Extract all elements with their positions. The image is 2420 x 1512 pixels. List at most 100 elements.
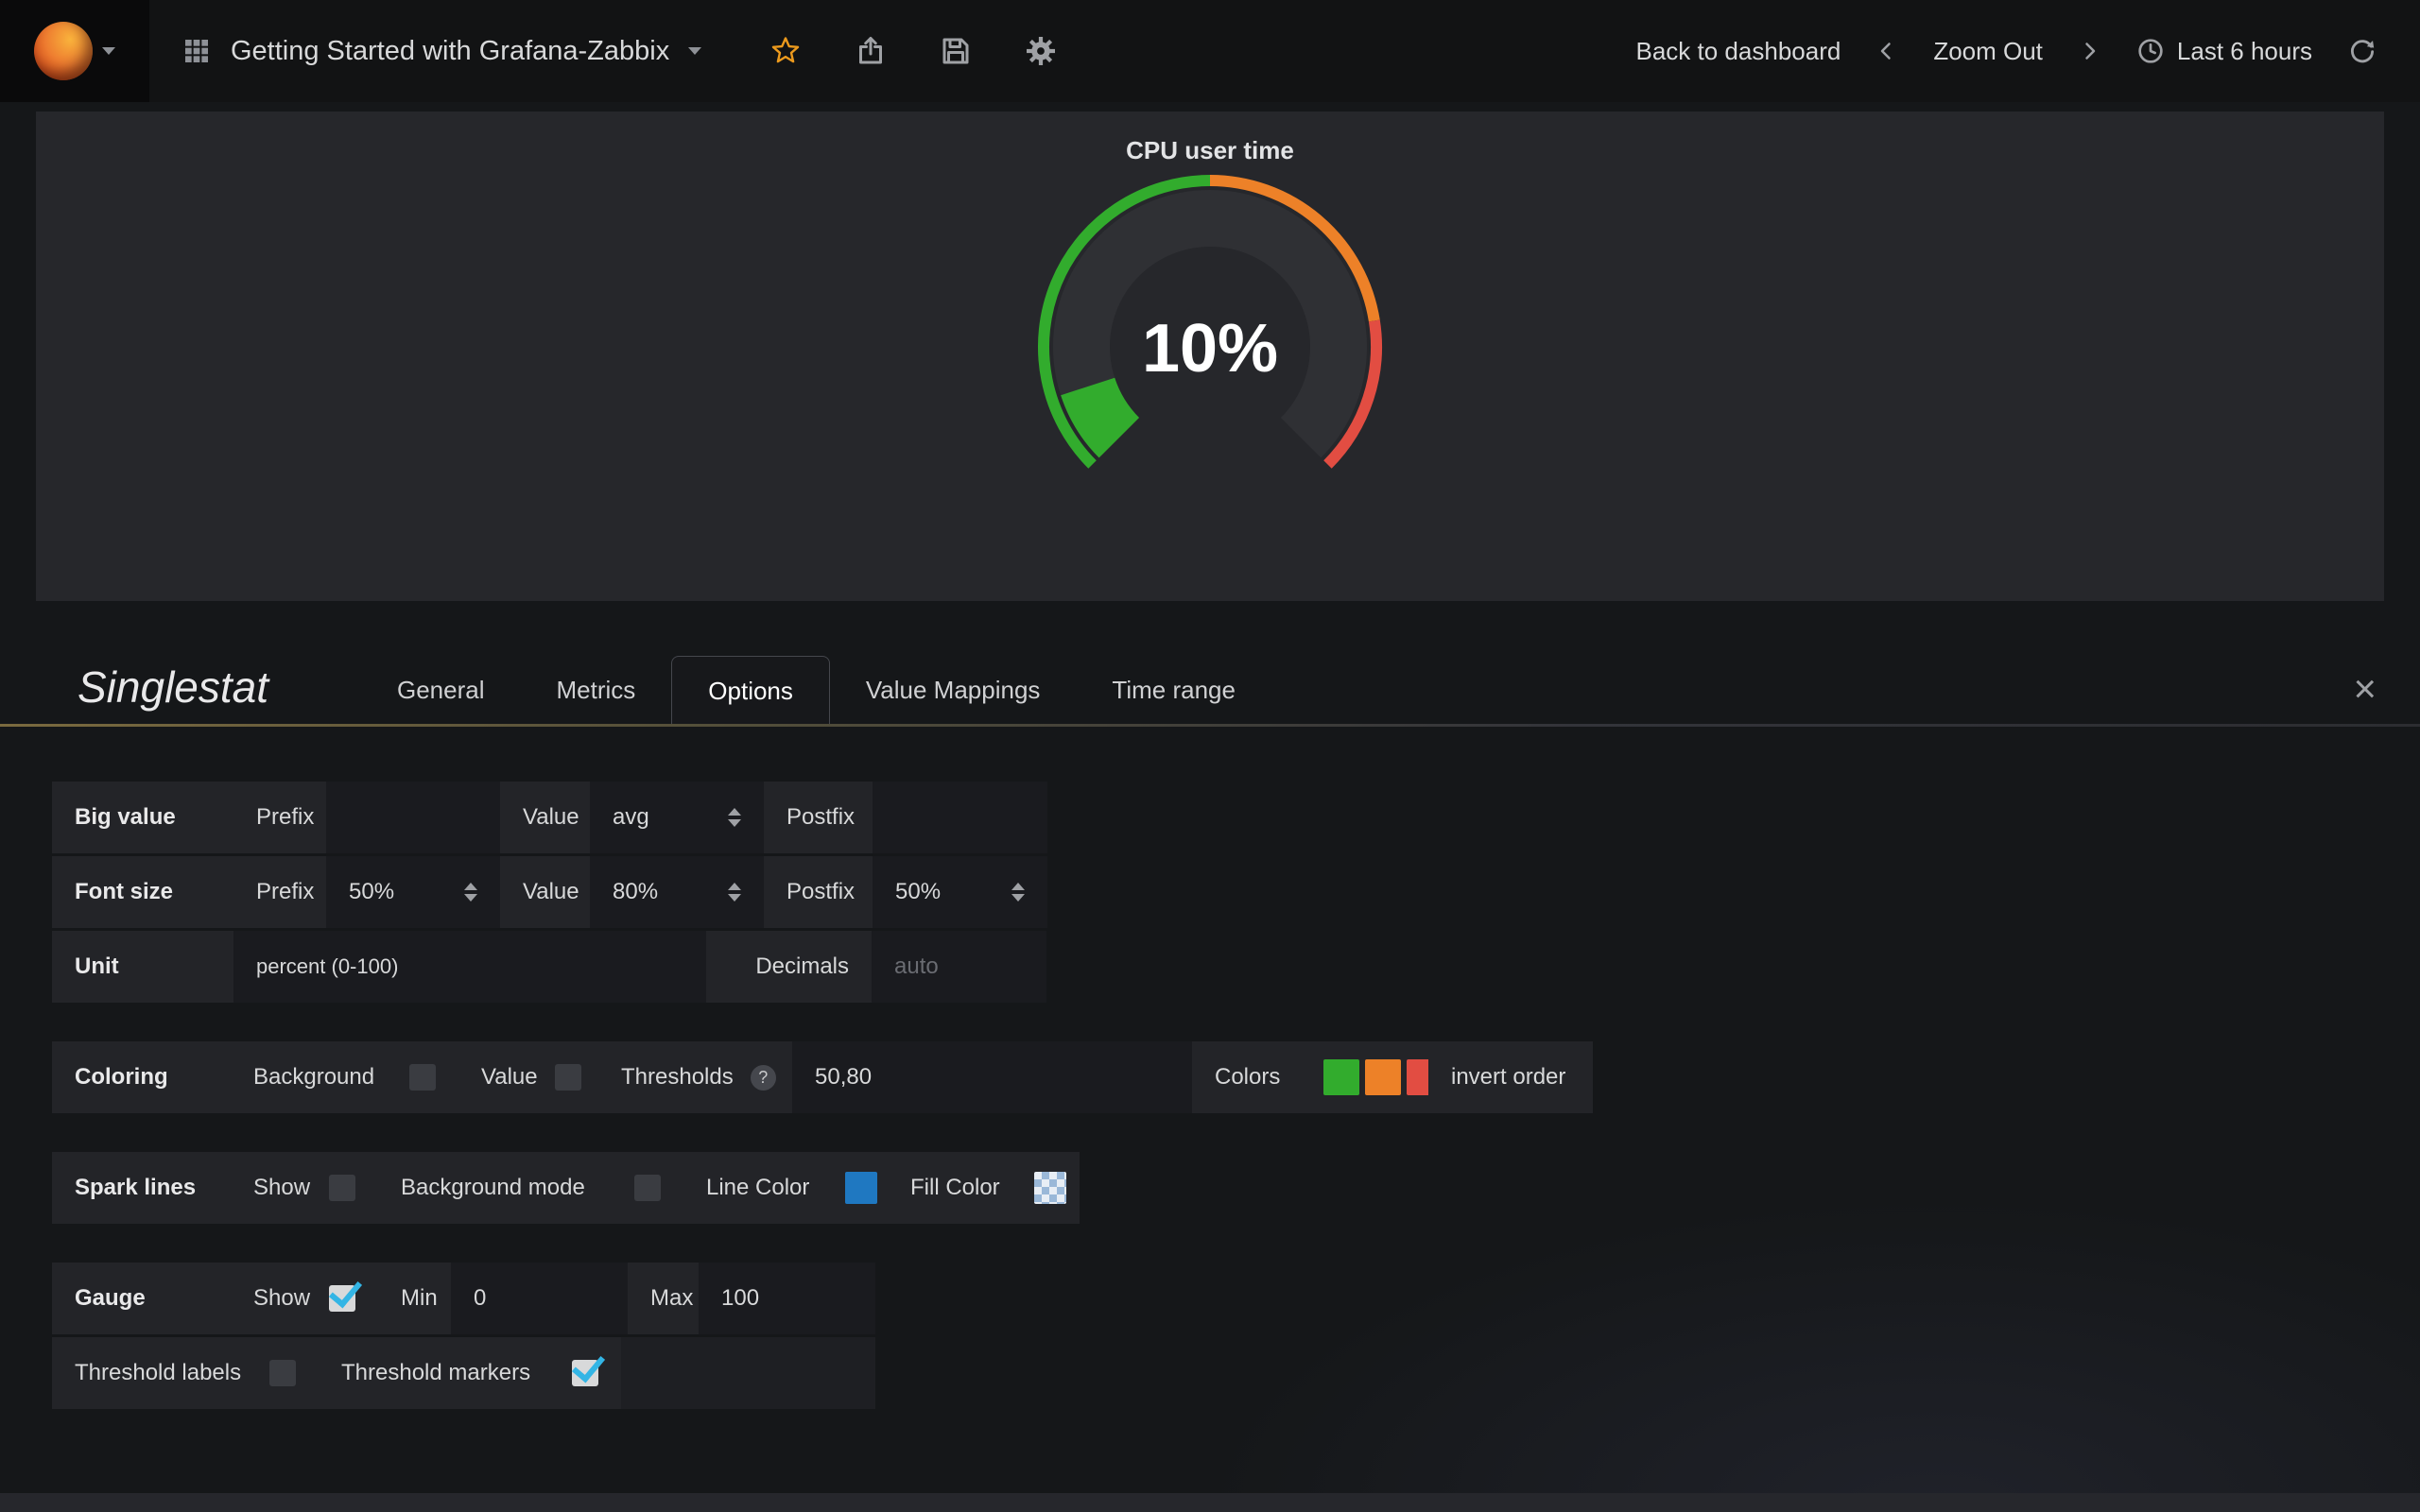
panel-title: CPU user time bbox=[36, 112, 2384, 165]
fill-color-cell bbox=[1021, 1152, 1080, 1224]
select-value: avg bbox=[613, 782, 649, 853]
background-checkbox[interactable] bbox=[409, 1064, 436, 1091]
empty-cell bbox=[621, 1337, 875, 1409]
share-icon bbox=[854, 34, 888, 68]
show-label: Show bbox=[253, 1285, 310, 1312]
threshold-colors-group bbox=[1301, 1041, 1428, 1113]
big-value-stat-select[interactable]: avg bbox=[590, 782, 764, 853]
value-label: Value bbox=[481, 1064, 538, 1091]
gauge-min-input[interactable] bbox=[451, 1263, 628, 1334]
save-icon bbox=[939, 34, 973, 68]
threshold-labels-label: Threshold labels bbox=[75, 1360, 241, 1386]
big-value-postfix-input[interactable] bbox=[873, 782, 1047, 853]
value-label: Value bbox=[500, 782, 590, 853]
gauge-chart: 10% bbox=[36, 167, 2384, 526]
big-value-row: Big value Prefix Value avg Postfix bbox=[52, 782, 2420, 853]
options-form: Big value Prefix Value avg Postfix Font … bbox=[0, 727, 2420, 1409]
sparkline-show-checkbox[interactable] bbox=[329, 1175, 355, 1201]
tab-options[interactable]: Options bbox=[671, 656, 830, 724]
settings-button[interactable] bbox=[1023, 33, 1059, 69]
font-size-value-select[interactable]: 80% bbox=[590, 856, 764, 928]
time-range-picker[interactable]: Last 6 hours bbox=[2135, 36, 2312, 66]
background-mode-label: Background mode bbox=[401, 1175, 585, 1201]
dashboard-actions bbox=[768, 33, 1059, 69]
gauge-value-arc bbox=[1088, 387, 1119, 438]
font-size-label: Font size bbox=[52, 856, 233, 928]
invert-order-button[interactable]: invert order bbox=[1428, 1041, 1593, 1113]
threshold-markers-checkbox[interactable] bbox=[572, 1360, 598, 1386]
prefix-label: Prefix bbox=[233, 782, 326, 853]
coloring-label: Coloring bbox=[52, 1041, 231, 1113]
decimals-label: Decimals bbox=[706, 931, 872, 1003]
dashboard-title: Getting Started with Grafana-Zabbix bbox=[231, 36, 669, 67]
select-value: 50% bbox=[349, 856, 394, 928]
spark-lines-row: Spark lines Show Background mode Line Co… bbox=[52, 1152, 2420, 1224]
threshold-labels-checkbox[interactable] bbox=[269, 1360, 296, 1386]
coloring-value-group: Value bbox=[458, 1041, 598, 1113]
fill-color-label: Fill Color bbox=[888, 1152, 1021, 1224]
gauge-max-input[interactable] bbox=[699, 1263, 875, 1334]
min-label: Min bbox=[378, 1263, 451, 1334]
refresh-button[interactable] bbox=[2344, 33, 2380, 69]
thresholds-label: Thresholds bbox=[621, 1064, 734, 1091]
tab-value-mappings[interactable]: Value Mappings bbox=[830, 656, 1077, 724]
select-value: 80% bbox=[613, 856, 658, 928]
time-range-label: Last 6 hours bbox=[2177, 37, 2312, 66]
tab-metrics[interactable]: Metrics bbox=[521, 656, 672, 724]
dashboard-title-dropdown[interactable]: Getting Started with Grafana-Zabbix bbox=[149, 0, 734, 102]
big-value-prefix-input[interactable] bbox=[326, 782, 500, 853]
zoom-out-button[interactable]: Zoom Out bbox=[1933, 37, 2043, 66]
close-editor-button[interactable]: × bbox=[2353, 669, 2377, 709]
line-color-swatch[interactable] bbox=[845, 1172, 877, 1204]
stepper-icon bbox=[464, 883, 477, 902]
gauge-show-checkbox[interactable] bbox=[329, 1285, 355, 1312]
gauge-row: Gauge Show Min Max bbox=[52, 1263, 2420, 1334]
help-icon[interactable]: ? bbox=[751, 1065, 776, 1091]
tab-general[interactable]: General bbox=[361, 656, 521, 724]
back-to-dashboard-link[interactable]: Back to dashboard bbox=[1636, 37, 1841, 66]
green-color-swatch[interactable] bbox=[1323, 1059, 1359, 1095]
postfix-label: Postfix bbox=[764, 782, 873, 853]
unit-select[interactable]: percent (0-100) bbox=[233, 931, 706, 1003]
save-button[interactable] bbox=[938, 33, 974, 69]
gauge-show-group: Show bbox=[231, 1263, 378, 1334]
colors-label: Colors bbox=[1192, 1041, 1301, 1113]
fill-color-swatch[interactable] bbox=[1034, 1172, 1066, 1204]
font-size-row: Font size Prefix 50% Value 80% Postfix 5… bbox=[52, 856, 2420, 928]
chevron-left-icon[interactable] bbox=[1873, 37, 1901, 65]
gauge-label: Gauge bbox=[52, 1263, 231, 1334]
unit-row: Unit percent (0-100) Decimals bbox=[52, 931, 2420, 1003]
line-color-cell bbox=[834, 1152, 888, 1224]
unit-value: percent (0-100) bbox=[256, 954, 398, 979]
decimals-input[interactable] bbox=[872, 931, 1046, 1003]
stepper-icon bbox=[728, 883, 741, 902]
coloring-background-group: Background bbox=[231, 1041, 458, 1113]
thresholds-group: Thresholds ? bbox=[598, 1041, 792, 1113]
threshold-markers-group: Threshold markers bbox=[319, 1337, 621, 1409]
star-icon bbox=[769, 34, 803, 68]
font-size-postfix-select[interactable]: 50% bbox=[873, 856, 1047, 928]
value-checkbox[interactable] bbox=[555, 1064, 581, 1091]
chevron-right-icon[interactable] bbox=[2075, 37, 2103, 65]
tab-time-range[interactable]: Time range bbox=[1076, 656, 1271, 724]
background-mode-group: Background mode bbox=[378, 1152, 683, 1224]
stepper-icon bbox=[1011, 883, 1025, 902]
share-button[interactable] bbox=[853, 33, 889, 69]
coloring-row: Coloring Background Value Thresholds ? C… bbox=[52, 1041, 2420, 1113]
chevron-down-icon bbox=[688, 47, 701, 55]
nav-right-controls: Back to dashboard Zoom Out Last 6 hours bbox=[1636, 33, 2420, 69]
thresholds-input[interactable] bbox=[792, 1041, 1192, 1113]
orange-color-swatch[interactable] bbox=[1365, 1059, 1401, 1095]
grafana-menu-button[interactable] bbox=[0, 0, 149, 102]
gauge-threshold-row: Threshold labels Threshold markers bbox=[52, 1337, 2420, 1409]
stepper-icon bbox=[728, 808, 741, 827]
background-mode-checkbox[interactable] bbox=[634, 1175, 661, 1201]
star-button[interactable] bbox=[768, 33, 804, 69]
prefix-label: Prefix bbox=[233, 856, 326, 928]
red-color-swatch[interactable] bbox=[1407, 1059, 1428, 1095]
gauge-svg: 10% bbox=[974, 167, 1446, 526]
font-size-prefix-select[interactable]: 50% bbox=[326, 856, 500, 928]
editor-tabs: General Metrics Options Value Mappings T… bbox=[361, 656, 1271, 724]
threshold-markers-label: Threshold markers bbox=[341, 1360, 530, 1386]
postfix-label: Postfix bbox=[764, 856, 873, 928]
